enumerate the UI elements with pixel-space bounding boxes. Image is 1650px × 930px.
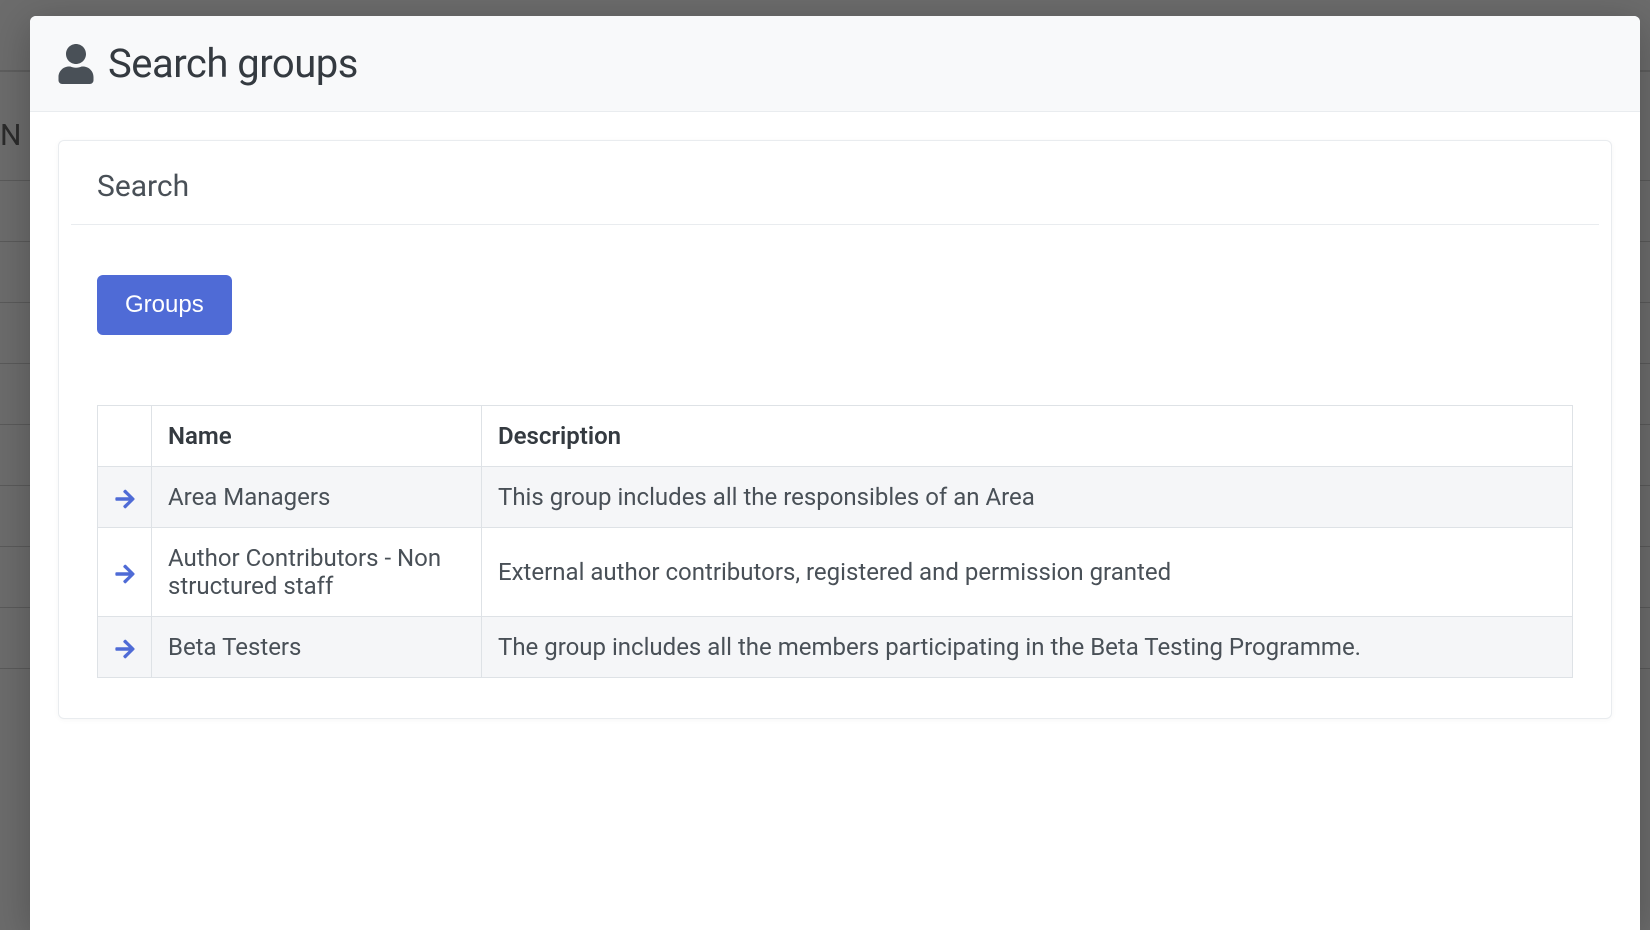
row-name: Author Contributors - Non structured sta…: [152, 528, 482, 617]
arrow-right-icon: [114, 563, 136, 585]
table-header-description: Description: [482, 406, 1573, 467]
background-partial-text: N: [0, 118, 21, 153]
tab-bar: Groups: [59, 225, 1611, 335]
row-name: Area Managers: [152, 467, 482, 528]
search-card: Search Groups Name Descri: [58, 140, 1612, 719]
search-groups-modal: Search groups Search Groups: [30, 16, 1640, 930]
arrow-right-icon: [114, 488, 136, 510]
row-description: This group includes all the responsibles…: [482, 467, 1573, 528]
table-header-name: Name: [152, 406, 482, 467]
table-row: Beta Testers The group includes all the …: [98, 617, 1573, 678]
card-title: Search: [59, 141, 1611, 224]
table-row: Author Contributors - Non structured sta…: [98, 528, 1573, 617]
table-row: Area Managers This group includes all th…: [98, 467, 1573, 528]
modal-header: Search groups: [30, 16, 1640, 112]
arrow-right-icon: [114, 638, 136, 660]
groups-table-wrap: Name Description Area Managers: [59, 335, 1611, 678]
table-header-row: Name Description: [98, 406, 1573, 467]
groups-table: Name Description Area Managers: [97, 405, 1573, 678]
tab-groups[interactable]: Groups: [97, 275, 232, 335]
row-select-cell[interactable]: [98, 528, 152, 617]
user-icon: [58, 44, 94, 84]
row-select-cell[interactable]: [98, 467, 152, 528]
row-name: Beta Testers: [152, 617, 482, 678]
row-description: External author contributors, registered…: [482, 528, 1573, 617]
row-select-cell[interactable]: [98, 617, 152, 678]
modal-body[interactable]: Search Groups Name Descri: [30, 112, 1640, 930]
row-description: The group includes all the members parti…: [482, 617, 1573, 678]
table-header-action: [98, 406, 152, 467]
modal-title: Search groups: [108, 40, 358, 87]
